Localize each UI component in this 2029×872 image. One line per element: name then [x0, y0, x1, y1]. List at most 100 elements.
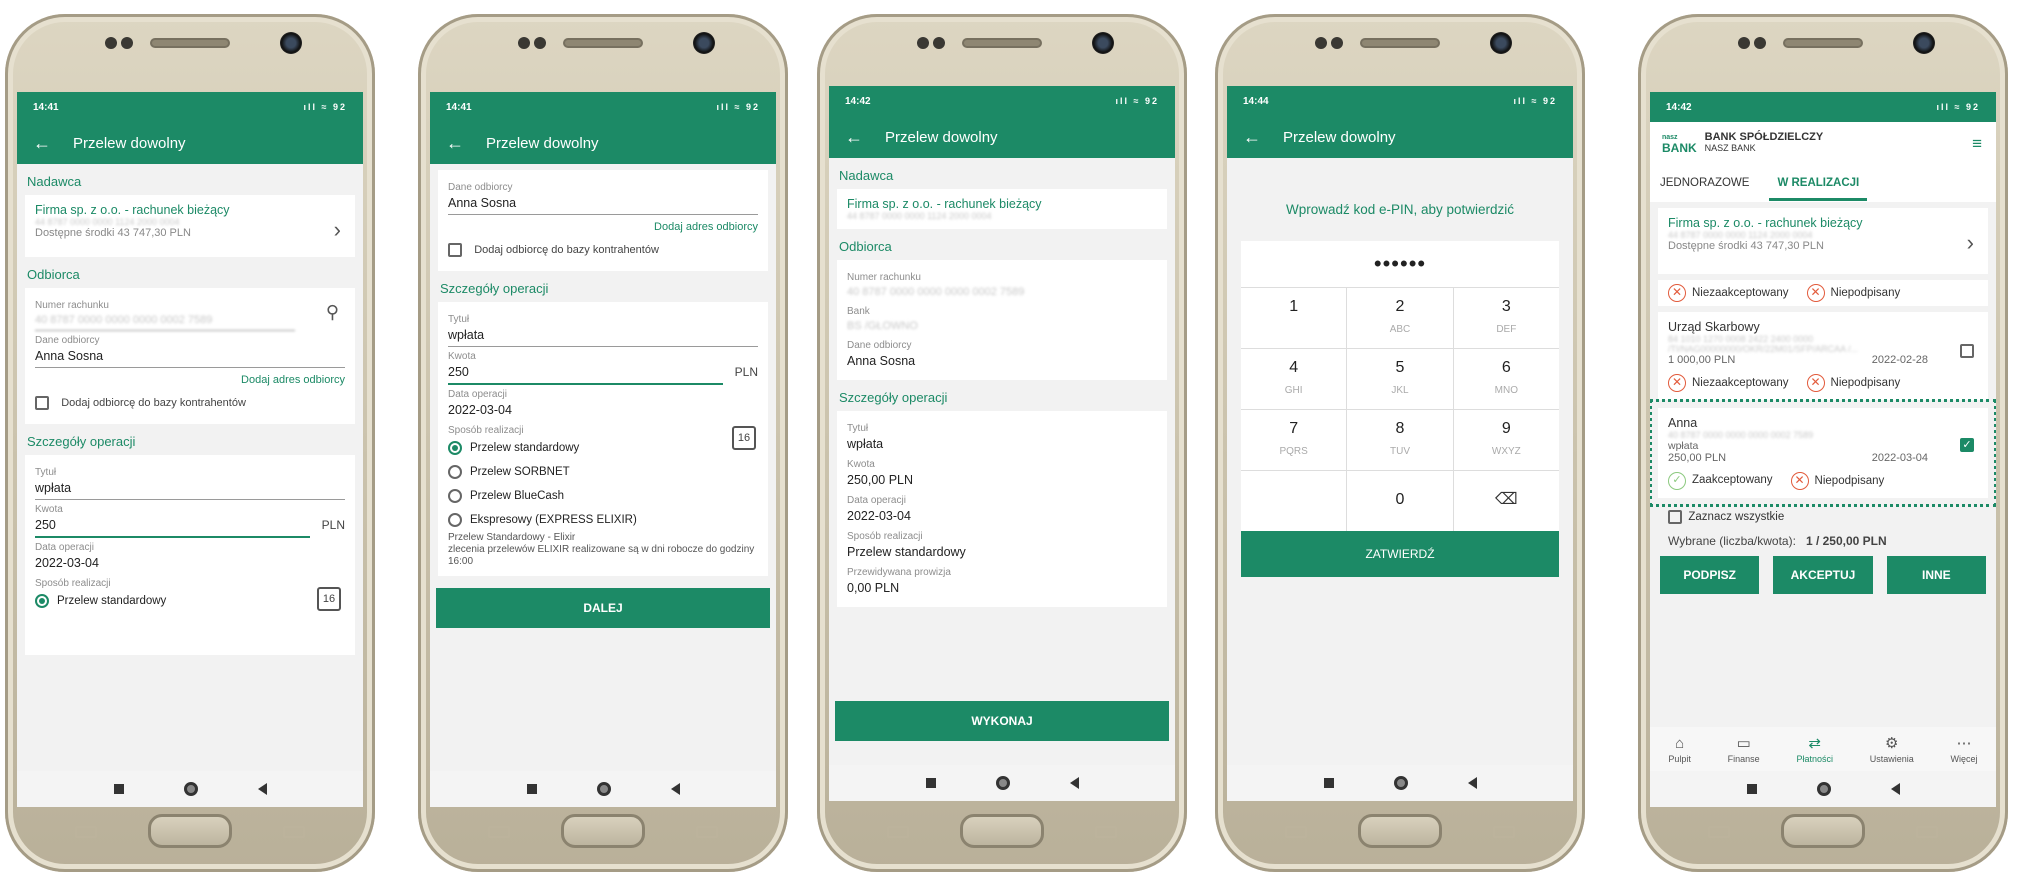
back-button[interactable]	[1890, 783, 1900, 795]
order-item-anna[interactable]: Anna 40 8787 0000 0000 0000 0002 7589 wp…	[1650, 399, 1996, 507]
date-value[interactable]: 2022-03-04	[35, 553, 345, 574]
mode-label-sorbnet: Przelew SORBNET	[470, 466, 570, 478]
nav-more[interactable]: ⋯ Więcej	[1951, 734, 1978, 764]
title-input[interactable]: wpłata	[448, 325, 758, 347]
account-card[interactable]: Firma sp. z o.o. - rachunek bieżący 44 8…	[1658, 208, 1988, 274]
transfer-icon: ⇄	[1808, 735, 1821, 752]
key-8[interactable]: 8 TUV	[1347, 410, 1454, 470]
mode-option-express[interactable]: Ekspresowy (EXPRESS ELIXIR)	[448, 508, 758, 532]
android-nav	[1227, 765, 1573, 801]
section-details: Szczegóły operacji	[440, 281, 549, 296]
name-input[interactable]: Anna Sosna	[35, 346, 345, 368]
back-arrow-icon[interactable]: ←	[446, 133, 486, 154]
accept-button[interactable]: AKCEPTUJ	[1773, 556, 1873, 594]
item-name: Anna	[1668, 416, 1698, 430]
confirm-button[interactable]: ZATWIERDŹ	[1241, 531, 1559, 577]
back-arrow-icon[interactable]: ←	[1243, 127, 1283, 148]
recents-button[interactable]	[526, 784, 537, 794]
recents-button[interactable]	[925, 778, 936, 788]
title-input[interactable]: wpłata	[35, 478, 345, 500]
recents-button[interactable]	[113, 784, 124, 794]
radio-selected[interactable]	[35, 594, 49, 608]
nav-settings[interactable]: ⚙ Ustawienia	[1870, 734, 1914, 764]
key-9[interactable]: 9 WXYZ	[1454, 410, 1559, 470]
radio[interactable]	[448, 513, 462, 527]
order-item-tax[interactable]: Urząd Skarbowy 84 1010 1270 0008 2422 24…	[1658, 312, 1988, 400]
back-arrow-icon[interactable]: ←	[33, 133, 73, 154]
amount-input[interactable]: 250	[448, 362, 723, 385]
recipient-card: Numer rachunku 40 8787 0000 0000 0000 00…	[837, 260, 1167, 380]
key-0[interactable]: 0	[1347, 471, 1454, 531]
person-icon[interactable]: ⚲	[326, 302, 339, 323]
add-to-base-row[interactable]: Dodaj odbiorcę do bazy kontrahentów	[35, 392, 345, 416]
checkbox[interactable]	[448, 243, 462, 257]
home-button[interactable]	[183, 782, 198, 796]
menu-icon[interactable]: ≡	[1972, 134, 1982, 154]
back-arrow-icon[interactable]: ←	[845, 127, 885, 148]
speaker	[1783, 38, 1863, 48]
execute-button[interactable]: WYKONAJ	[835, 701, 1169, 741]
bank-label: Bank	[847, 306, 870, 317]
nav-finance[interactable]: ▭ Finanse	[1728, 734, 1760, 764]
radio[interactable]	[448, 465, 462, 479]
key-5[interactable]: 5 JKL	[1347, 349, 1454, 409]
back-button[interactable]	[1069, 777, 1079, 789]
home-button[interactable]	[596, 782, 611, 796]
key-1[interactable]: 1	[1241, 288, 1348, 348]
back-button[interactable]	[670, 783, 680, 795]
phone-5: 14:42 ıll ≈ 92 nasz BANK BANK SPÓŁDZIELCZY…	[1638, 14, 2008, 872]
item-checkbox-checked[interactable]: ✓	[1960, 438, 1974, 452]
sender-account-card[interactable]: Firma sp. z o.o. - rachunek bieżący 44 8…	[25, 195, 355, 257]
other-button[interactable]: INNE	[1886, 556, 1986, 594]
select-all-row[interactable]: Zaznacz wszystkie	[1650, 498, 1996, 530]
section-recipient: Odbiorca	[839, 239, 892, 254]
tab-one-time[interactable]: JEDNORAZOWE	[1660, 177, 1749, 189]
details-card: Tytuł wpłata Kwota 250 PLN Data operacji …	[438, 302, 768, 576]
radio[interactable]	[448, 489, 462, 503]
speaker	[150, 38, 230, 48]
pin-field[interactable]: ••••••	[1241, 241, 1559, 287]
radio-selected[interactable]	[448, 441, 462, 455]
key-2[interactable]: 2 ABC	[1347, 288, 1454, 348]
mode-option-standard[interactable]: Przelew standardowy	[448, 436, 758, 460]
back-button[interactable]	[1467, 777, 1477, 789]
home-button[interactable]	[1393, 776, 1408, 790]
home-button[interactable]	[995, 776, 1010, 790]
date-label: Data operacji	[448, 389, 507, 400]
date-value[interactable]: 2022-03-04	[448, 400, 758, 421]
back-button[interactable]	[257, 783, 267, 795]
mode-option[interactable]: Przelew standardowy	[35, 589, 345, 613]
app-bar: ← Przelew dowolny	[829, 116, 1175, 158]
backspace-icon[interactable]: ⌫	[1454, 471, 1559, 531]
add-address-link[interactable]: Dodaj adres odbiorcy	[35, 368, 345, 392]
amount-input[interactable]: 250	[35, 515, 310, 538]
fee-value: 0,00 PLN	[847, 581, 900, 595]
amount-label: Kwota	[35, 504, 63, 515]
name-input[interactable]: Anna Sosna	[448, 193, 758, 215]
android-nav	[17, 771, 363, 807]
nav-dashboard[interactable]: ⌂ Pulpit	[1668, 735, 1691, 764]
key-6[interactable]: 6 MNO	[1454, 349, 1559, 409]
add-address-link[interactable]: Dodaj adres odbiorcy	[448, 215, 758, 239]
details-card: Tytuł wpłata Kwota 250,00 PLN Data opera…	[837, 411, 1167, 607]
account-input[interactable]: 40 8787 0000 0000 0000 0002 7589	[35, 311, 295, 331]
nav-payments[interactable]: ⇄ Płatności	[1796, 734, 1833, 764]
action-buttons: PODPISZ AKCEPTUJ INNE	[1650, 556, 1996, 594]
recents-button[interactable]	[1323, 778, 1334, 788]
mode-option-bluecash[interactable]: Przelew BlueCash	[448, 484, 758, 508]
item-checkbox[interactable]	[1960, 344, 1974, 358]
recents-button[interactable]	[1746, 784, 1757, 794]
mode-option-sorbnet[interactable]: Przelew SORBNET	[448, 460, 758, 484]
sign-button[interactable]: PODPISZ	[1660, 556, 1760, 594]
tab-in-progress[interactable]: W REALIZACJI	[1769, 165, 1868, 201]
home-button[interactable]	[1816, 782, 1831, 796]
key-7[interactable]: 7 PQRS	[1241, 410, 1348, 470]
select-all-checkbox[interactable]	[1668, 510, 1682, 524]
key-3[interactable]: 3 DEF	[1454, 288, 1559, 348]
calendar-icon[interactable]: 16	[317, 587, 341, 611]
key-4[interactable]: 4 GHI	[1241, 349, 1348, 409]
checkbox[interactable]	[35, 396, 49, 410]
calendar-icon[interactable]: 16	[732, 426, 756, 450]
next-button[interactable]: DALEJ	[436, 588, 770, 628]
add-to-base-row[interactable]: Dodaj odbiorcę do bazy kontrahentów	[448, 239, 758, 263]
